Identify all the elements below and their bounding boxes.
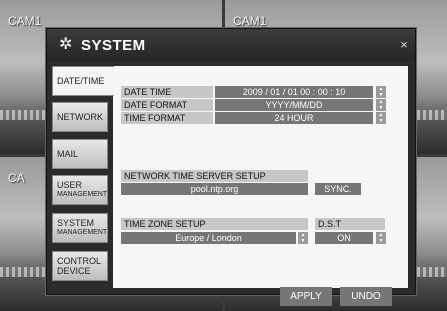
dst-select[interactable]: ON <box>315 232 373 244</box>
camera-label: CAM1 <box>233 14 267 28</box>
menu-item-sublabel: MANAGEMENT <box>57 229 108 236</box>
time-format-select[interactable]: 24 HOUR <box>215 112 373 124</box>
close-button[interactable]: × <box>397 38 411 52</box>
undo-button[interactable]: UNDO <box>340 287 392 306</box>
menu-item-label: NETWORK <box>57 112 103 122</box>
date-format-select[interactable]: YYYY/MM/DD <box>215 99 373 111</box>
time-zone-spinner[interactable]: ▲ ▼ <box>298 232 308 244</box>
time-zone-label: TIME ZONE SETUP <box>121 218 308 230</box>
date-time-field[interactable]: 2009 / 01 / 01 00 : 00 : 10 <box>215 86 373 98</box>
ntp-server-field[interactable]: pool.ntp.org <box>121 183 308 195</box>
menu-item-date-time[interactable]: DATE/TIME <box>52 66 114 96</box>
dst-label: D.S.T <box>315 218 385 230</box>
dst-spinner[interactable]: ▲ ▼ <box>376 232 386 244</box>
menu-item-label: SYSTEM <box>57 218 95 228</box>
menu-item-sublabel: DEVICE <box>57 266 91 276</box>
dialog-title: SYSTEM <box>81 37 146 54</box>
spinner-down-icon[interactable]: ▼ <box>376 105 386 111</box>
menu-item-label: DATE/TIME <box>57 76 105 86</box>
menu-item-control-device[interactable]: CONTROL DEVICE <box>52 251 108 281</box>
gear-icon: ✲ <box>59 36 73 53</box>
date-time-label: DATE TIME <box>121 86 213 98</box>
date-format-spinner[interactable]: ▲ ▼ <box>376 99 386 111</box>
settings-panel: DATE TIME 2009 / 01 / 01 00 : 00 : 10 ▲ … <box>113 66 408 306</box>
title-bar: ✲ SYSTEM × <box>47 29 415 61</box>
time-format-label: TIME FORMAT <box>121 112 213 124</box>
sync-button[interactable]: SYNC. <box>315 183 361 195</box>
spinner-down-icon[interactable]: ▼ <box>376 238 386 244</box>
time-format-spinner[interactable]: ▲ ▼ <box>376 112 386 124</box>
date-format-label: DATE FORMAT <box>121 99 213 111</box>
camera-label: CAM1 <box>8 14 42 28</box>
menu-item-label: MAIL <box>57 149 79 159</box>
spinner-down-icon[interactable]: ▼ <box>376 118 386 124</box>
spinner-down-icon[interactable]: ▼ <box>298 238 308 244</box>
camera-label: CA <box>8 171 25 185</box>
menu-item-network[interactable]: NETWORK <box>52 102 108 132</box>
menu-item-sublabel: MANAGEMENT <box>57 191 108 198</box>
ntp-setup-label: NETWORK TIME SERVER SETUP <box>121 170 308 182</box>
system-dialog: ✲ SYSTEM × DATE/TIME NETWORK MAIL USER M… <box>46 28 416 306</box>
menu-item-system-management[interactable]: SYSTEM MANAGEMENT <box>52 213 108 243</box>
spinner-down-icon[interactable]: ▼ <box>376 92 386 98</box>
menu-item-user-management[interactable]: USER MANAGEMENT <box>52 175 108 205</box>
time-zone-select[interactable]: Europe / London <box>121 232 296 244</box>
apply-button[interactable]: APPLY <box>280 287 332 306</box>
date-time-spinner[interactable]: ▲ ▼ <box>376 86 386 98</box>
menu-item-label: USER <box>57 180 83 190</box>
menu-item-mail[interactable]: MAIL <box>52 139 108 169</box>
menu-item-label: CONTROL <box>57 256 102 266</box>
